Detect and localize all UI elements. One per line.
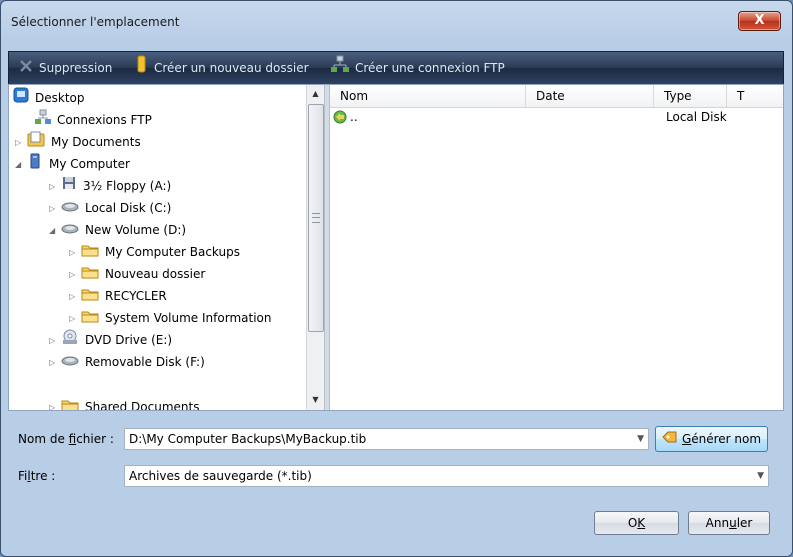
ok-button[interactable]: OK xyxy=(594,511,679,535)
list-header: Nom Date Type T xyxy=(330,85,783,108)
tree-item-my-computer-backups[interactable]: ▷ My Computer Backups xyxy=(69,241,240,263)
window-title: Sélectionner l'emplacement xyxy=(11,15,180,29)
new-folder-icon xyxy=(136,53,148,85)
column-header-t[interactable]: T xyxy=(727,85,783,107)
scroll-up-arrow-icon[interactable]: ▲ xyxy=(307,85,324,102)
expand-arrow-icon[interactable]: ▷ xyxy=(49,330,61,352)
tree-scrollbar[interactable]: ▲ ▼ xyxy=(306,85,324,410)
tree-item-system-volume-information[interactable]: ▷ System Volume Information xyxy=(69,307,271,329)
scrollbar-thumb[interactable] xyxy=(308,104,324,332)
folder-icon xyxy=(61,397,79,410)
column-header-name[interactable]: Nom xyxy=(330,85,526,107)
expand-arrow-icon[interactable]: ▷ xyxy=(69,242,81,264)
dialog-window: Sélectionner l'emplacement X Suppression… xyxy=(0,0,793,557)
network-icon xyxy=(331,53,349,85)
folder-icon xyxy=(81,242,99,264)
floppy-icon xyxy=(61,175,77,198)
tree-item-desktop[interactable]: Desktop xyxy=(13,87,85,109)
list-item-type: Local Disk xyxy=(666,110,727,124)
expand-arrow-icon[interactable]: ▷ xyxy=(49,176,61,198)
filter-label: Filtre : xyxy=(18,469,56,483)
browser-panel: Desktop Connexions FTP ▷ My Documents ◢ My… xyxy=(8,84,784,411)
collapse-arrow-icon[interactable]: ◢ xyxy=(15,154,27,176)
removable-disk-icon xyxy=(61,352,79,374)
expand-arrow-icon[interactable]: ▷ xyxy=(49,198,61,220)
filename-input[interactable]: D:\My Computer Backups\MyBackup.tib ▼ xyxy=(124,428,649,450)
column-header-date[interactable]: Date xyxy=(526,85,654,107)
expand-arrow-icon[interactable]: ▷ xyxy=(69,286,81,308)
file-list[interactable]: Nom Date Type T .. Local Disk xyxy=(330,85,783,410)
cancel-button[interactable]: Annuler xyxy=(688,511,770,535)
collapse-arrow-icon[interactable]: ◢ xyxy=(49,220,61,242)
folder-icon xyxy=(81,308,99,330)
dvd-icon xyxy=(61,329,79,352)
folder-icon xyxy=(81,286,99,308)
tree-item-removable-disk-f[interactable]: ▷ Removable Disk (F:) xyxy=(49,351,205,373)
title-bar[interactable]: Sélectionner l'emplacement X xyxy=(1,1,792,43)
expand-arrow-icon[interactable]: ▷ xyxy=(49,397,61,411)
tag-icon xyxy=(662,428,678,452)
tree-item-my-computer[interactable]: ◢ My Computer xyxy=(15,153,130,175)
parent-folder-icon xyxy=(332,109,348,131)
close-button[interactable]: X xyxy=(738,11,781,31)
expand-arrow-icon[interactable]: ▷ xyxy=(69,264,81,286)
generate-name-button[interactable]: Générer nom xyxy=(655,426,768,452)
close-icon: X xyxy=(754,13,765,28)
chevron-down-icon[interactable]: ▼ xyxy=(757,466,764,486)
list-item-name: .. xyxy=(350,110,358,124)
filename-label: Nom de fichier : xyxy=(18,432,114,446)
tree-item-floppy[interactable]: ▷ 3½ Floppy (A:) xyxy=(49,175,171,197)
create-ftp-button[interactable]: Créer une connexion FTP xyxy=(331,52,505,84)
folder-icon xyxy=(81,264,99,286)
toolbar: Suppression Créer un nouveau dossier Cré… xyxy=(8,51,784,85)
grip-icon xyxy=(312,213,320,223)
tree-item-shared-documents[interactable]: ▷ Shared Documents xyxy=(49,396,199,410)
delete-icon xyxy=(19,53,33,85)
documents-folder-icon xyxy=(27,131,45,154)
harddisk-icon xyxy=(61,198,79,220)
tree-item-my-documents[interactable]: ▷ My Documents xyxy=(15,131,141,153)
tree-item-ftp[interactable]: Connexions FTP xyxy=(35,109,152,131)
tree-item-dvd-drive-e[interactable]: ▷ DVD Drive (E:) xyxy=(49,329,172,351)
new-folder-button[interactable]: Créer un nouveau dossier xyxy=(136,52,309,84)
expand-arrow-icon[interactable]: ▷ xyxy=(15,132,27,154)
folder-tree[interactable]: Desktop Connexions FTP ▷ My Documents ◢ My… xyxy=(9,85,306,410)
tree-item-nouveau-dossier[interactable]: ▷ Nouveau dossier xyxy=(69,263,205,285)
tree-item-local-disk-c[interactable]: ▷ Local Disk (C:) xyxy=(49,197,171,219)
list-item[interactable]: .. Local Disk xyxy=(330,107,783,127)
harddisk-icon xyxy=(61,220,79,242)
expand-arrow-icon[interactable]: ▷ xyxy=(49,352,61,374)
desktop-icon xyxy=(13,87,29,110)
tree-item-recycler[interactable]: ▷ RECYCLER xyxy=(69,285,167,307)
computer-icon xyxy=(27,153,43,176)
scroll-down-arrow-icon[interactable]: ▼ xyxy=(307,391,324,408)
filter-select[interactable]: Archives de sauvegarde (*.tib) ▼ xyxy=(124,465,769,487)
delete-button[interactable]: Suppression xyxy=(19,52,112,84)
network-icon xyxy=(35,109,51,132)
tree-item-new-volume-d[interactable]: ◢ New Volume (D:) xyxy=(49,219,186,241)
expand-arrow-icon[interactable]: ▷ xyxy=(69,308,81,330)
column-header-type[interactable]: Type xyxy=(654,85,727,107)
chevron-down-icon[interactable]: ▼ xyxy=(637,429,644,449)
